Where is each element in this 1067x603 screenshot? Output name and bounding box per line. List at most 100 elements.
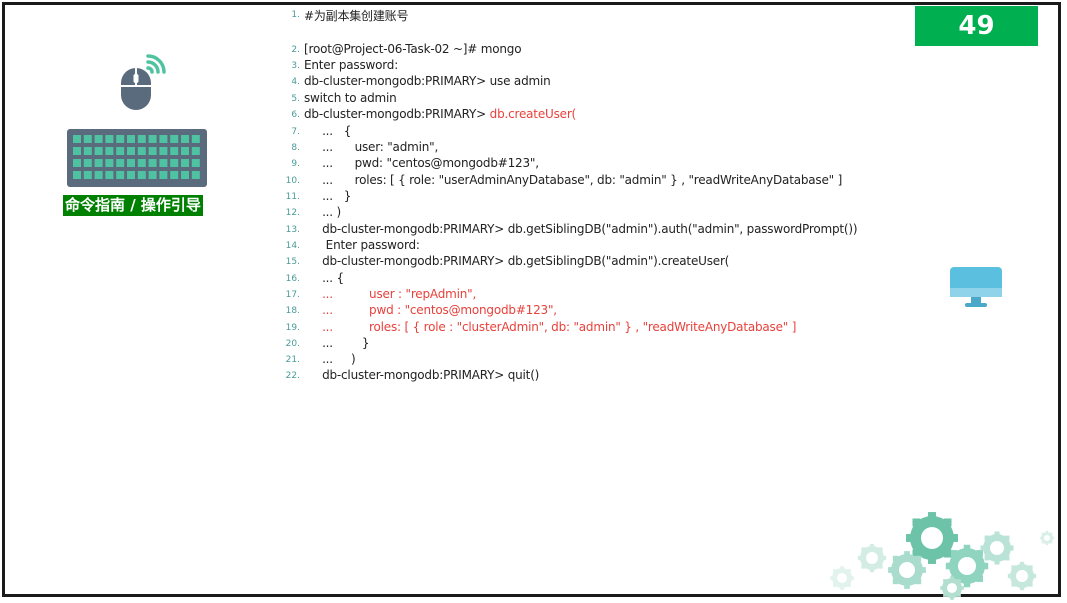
- code-segment: Enter password:: [304, 238, 420, 252]
- keyboard-key: [159, 159, 168, 167]
- line-number: 7.: [291, 127, 300, 137]
- keyboard-key: [159, 135, 168, 143]
- code-segment: db-cluster-mongodb:PRIMARY> db.getSiblin…: [304, 222, 858, 236]
- gears-decoration: [830, 512, 1055, 600]
- keyboard-key: [191, 171, 200, 179]
- keyboard-key: [105, 171, 114, 179]
- highlighted-code: ... roles: [ { role : "clusterAdmin", db…: [304, 320, 797, 334]
- keyboard-key: [73, 135, 81, 143]
- line-number: 2.: [291, 45, 300, 55]
- keyboard-key: [94, 159, 103, 167]
- gear-icon: [940, 576, 964, 600]
- keyboard-key: [191, 135, 200, 143]
- line-number: 15.: [285, 257, 300, 267]
- code-text: ... {: [304, 271, 344, 285]
- keyboard-icon: [67, 129, 207, 187]
- line-number: 10.: [285, 176, 300, 186]
- code-text: ... ): [304, 352, 356, 366]
- keyboard-key: [137, 171, 146, 179]
- keyboard-key: [137, 147, 146, 155]
- line-number: 12.: [285, 208, 300, 218]
- keyboard-key: [170, 159, 179, 167]
- highlighted-code: db.createUser(: [489, 107, 577, 121]
- keyboard-key: [159, 147, 168, 155]
- keyboard-key: [105, 159, 114, 167]
- keyboard-key: [137, 159, 146, 167]
- code-text: #为副本集创建账号: [304, 7, 408, 24]
- code-segment: ... user: "admin",: [304, 140, 439, 154]
- code-text: ... user : "repAdmin",: [304, 287, 476, 301]
- code-segment: ... {: [304, 124, 352, 138]
- keyboard-key: [148, 171, 157, 179]
- code-text: ... pwd: "centos@mongodb#123",: [304, 156, 539, 170]
- page-number-badge: 49: [915, 6, 1038, 46]
- code-segment: [root@Project-06-Task-02 ~]# mongo: [304, 42, 522, 56]
- keyboard-key: [170, 171, 179, 179]
- code-segment: Enter password:: [304, 58, 399, 72]
- keyboard-key: [181, 135, 189, 143]
- keyboard-key: [148, 135, 157, 143]
- keyboard-key: [105, 147, 114, 155]
- line-number: 11.: [285, 192, 300, 202]
- line-number: 19.: [285, 323, 300, 333]
- code-text: ... roles: [ { role: "userAdminAnyDataba…: [304, 173, 842, 187]
- keyboard-key: [181, 171, 189, 179]
- keyboard-key: [191, 147, 200, 155]
- keyboard-key: [83, 147, 92, 155]
- code-segment: #为副本集创建账号: [304, 9, 409, 23]
- line-number: 8.: [291, 143, 300, 153]
- line-number: 22.: [285, 371, 300, 381]
- code-segment: db-cluster-mongodb:PRIMARY> use admin: [304, 74, 551, 88]
- keyboard-key: [73, 159, 81, 167]
- line-number: 16.: [285, 274, 300, 284]
- code-segment: ... ): [304, 205, 342, 219]
- gear-icon: [980, 531, 1014, 565]
- code-text: switch to admin: [304, 91, 397, 105]
- code-text: Enter password:: [304, 238, 420, 252]
- keyboard-key: [105, 135, 114, 143]
- code-text: ... ): [304, 205, 341, 219]
- code-text: ... {: [304, 124, 351, 138]
- command-guide-label: 命令指南 / 操作引导: [63, 195, 203, 216]
- code-segment: ... {: [304, 271, 344, 285]
- keyboard-key: [127, 135, 135, 143]
- code-text: ... }: [304, 336, 369, 350]
- line-number: 9.: [291, 159, 300, 169]
- code-segment: db-cluster-mongodb:PRIMARY>: [304, 107, 490, 121]
- code-segment: switch to admin: [304, 91, 397, 105]
- code-text: ... pwd : "centos@mongodb#123",: [304, 303, 557, 317]
- line-number: 18.: [285, 306, 300, 316]
- code-text: db-cluster-mongodb:PRIMARY> use admin: [304, 74, 551, 88]
- line-number: 21.: [285, 355, 300, 365]
- keyboard-key: [83, 171, 92, 179]
- keyboard-key: [159, 171, 168, 179]
- code-text: db-cluster-mongodb:PRIMARY> db.getSiblin…: [304, 222, 857, 236]
- code-text: Enter password:: [304, 58, 398, 72]
- keyboard-key: [170, 135, 179, 143]
- keyboard-key: [73, 147, 81, 155]
- keyboard-key: [181, 159, 189, 167]
- monitor-icon: [950, 267, 1002, 307]
- code-text: [root@Project-06-Task-02 ~]# mongo: [304, 42, 522, 56]
- line-number: 17.: [285, 290, 300, 300]
- code-text: ... roles: [ { role : "clusterAdmin", db…: [304, 320, 796, 334]
- keyboard-key: [83, 135, 92, 143]
- keyboard-key: [148, 147, 157, 155]
- keyboard-key: [116, 147, 125, 155]
- code-segment: ... roles: [ { role: "userAdminAnyDataba…: [304, 173, 843, 187]
- code-segment: db-cluster-mongodb:PRIMARY> quit(): [304, 368, 540, 382]
- keyboard-key: [181, 147, 189, 155]
- code-segment: db-cluster-mongodb:PRIMARY> db.getSiblin…: [304, 254, 730, 268]
- code-text: db-cluster-mongodb:PRIMARY> quit(): [304, 368, 539, 382]
- keyboard-key: [127, 147, 135, 155]
- line-number: 4.: [291, 77, 300, 87]
- keyboard-key: [170, 147, 179, 155]
- line-number: 1.: [291, 10, 300, 20]
- keyboard-key: [116, 171, 125, 179]
- code-text: ... }: [304, 189, 351, 203]
- code-text: ... user: "admin",: [304, 140, 438, 154]
- gear-icon: [830, 566, 854, 590]
- code-segment: ... pwd: "centos@mongodb#123",: [304, 156, 539, 170]
- keyboard-key: [83, 159, 92, 167]
- gear-icon: [888, 551, 926, 589]
